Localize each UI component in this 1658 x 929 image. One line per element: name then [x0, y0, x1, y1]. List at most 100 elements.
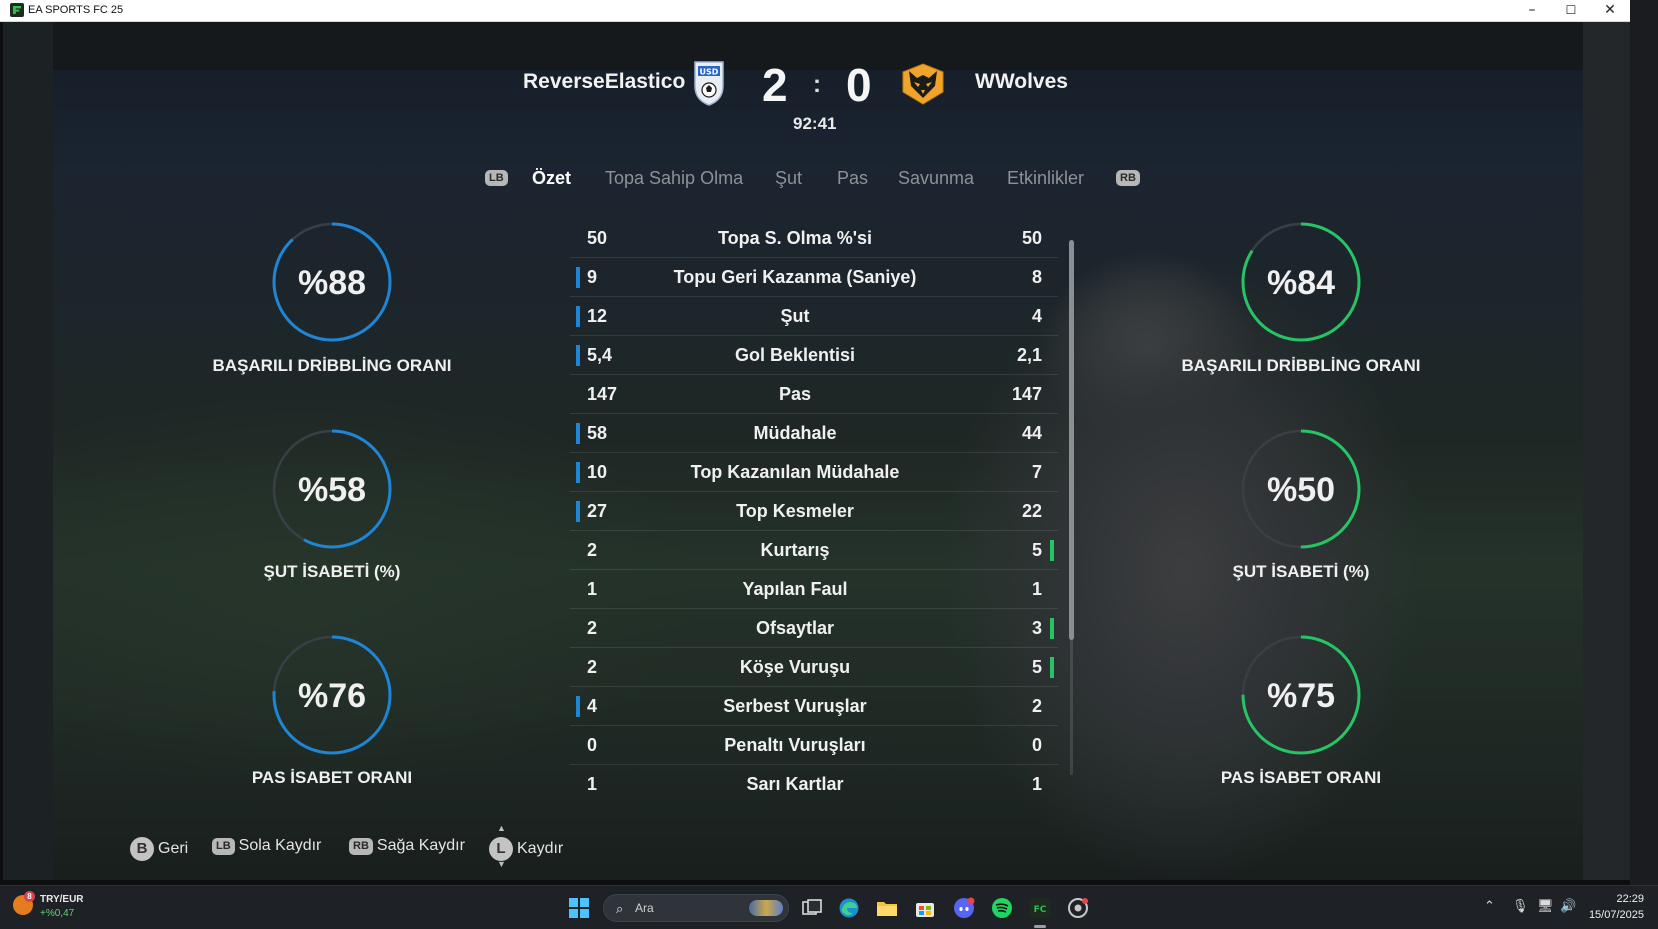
spotify-icon[interactable]: [991, 897, 1013, 919]
stat-row: 12 Şut 4: [570, 297, 1058, 336]
network-icon[interactable]: 🖥: [1537, 899, 1554, 914]
home-stat-value: 2: [587, 618, 598, 638]
minimize-button[interactable]: –: [1512, 0, 1552, 22]
scroll-label: Kaydır: [517, 840, 564, 857]
home-stat-value: 2: [587, 540, 598, 560]
scroll-left-button[interactable]: LB Sola Kaydır: [212, 837, 321, 855]
stats-tab-bar: LB Özet Topa Sahip Olma Şut Pas Savunma …: [3, 168, 1630, 198]
ring-label: BAŞARILI DRİBBLİNG ORANI: [212, 356, 452, 375]
stat-label: Şut: [780, 306, 810, 326]
left-stick-icon: L: [489, 837, 513, 861]
home-leader-bar: [576, 696, 580, 717]
svg-text:FC: FC: [1034, 905, 1047, 915]
discord-icon[interactable]: [953, 897, 975, 919]
task-view-icon[interactable]: [801, 897, 823, 919]
stat-label: Ofsaytlar: [755, 618, 835, 638]
taskbar-search-box[interactable]: ⌕ Ara: [603, 894, 789, 922]
svg-text:USD: USD: [700, 68, 719, 77]
back-button[interactable]: B Geri: [130, 837, 188, 861]
scroll-right-button[interactable]: RB Sağa Kaydır: [349, 837, 465, 855]
rb-button-icon[interactable]: RB: [1116, 170, 1140, 186]
stat-label: Topa S. Olma %'si: [718, 228, 872, 248]
volume-icon[interactable]: 🔊: [1560, 899, 1576, 914]
b-button-icon: B: [130, 837, 154, 861]
edge-browser-icon[interactable]: [838, 897, 860, 919]
microsoft-store-icon[interactable]: [914, 897, 936, 919]
away-leader-bar: [1050, 540, 1054, 561]
home-stat-value: 27: [587, 501, 608, 521]
home-stat-value: 10: [587, 462, 608, 482]
screen-left-edge: [3, 22, 53, 880]
away-stat-value: 7: [1031, 462, 1042, 482]
stat-row: 4 Serbest Vuruşlar 2: [570, 687, 1058, 726]
ring-label: PAS İSABET ORANI: [251, 768, 413, 787]
file-explorer-icon[interactable]: [876, 897, 898, 919]
close-button[interactable]: ✕: [1590, 0, 1630, 22]
back-label: Geri: [158, 840, 189, 857]
home-stat-value: 58: [587, 423, 608, 443]
lb-button-icon: LB: [212, 837, 235, 855]
home-stat-value: 12: [587, 306, 608, 326]
stat-row: 1 Yapılan Faul 1: [570, 570, 1058, 609]
tab-ozet[interactable]: Özet: [532, 168, 571, 189]
away-stat-value: 22: [1021, 501, 1042, 521]
background-window-strip: [1630, 0, 1658, 885]
stats-scrollbar-thumb[interactable]: [1069, 240, 1074, 640]
stat-label: Pas: [778, 384, 812, 404]
away-stat-value: 2: [1031, 696, 1042, 716]
ring-value: %84: [1266, 264, 1336, 302]
stat-label: Yapılan Faul: [742, 579, 848, 599]
away-stat-value: 147: [1011, 384, 1042, 404]
tab-topa-sahip-olma[interactable]: Topa Sahip Olma: [605, 168, 743, 189]
stats-table: 50 Topa S. Olma %'si 50 9 Topu Geri Kazanma…: [570, 219, 1058, 804]
away-team-name: WWolves: [975, 70, 1068, 93]
windows-taskbar: 8 TRY/EUR +%0,47 ⌕ Ara FC ⌃ 🎙 🖥 🔊 22:29 …: [0, 885, 1658, 929]
stat-label: Köşe Vuruşu: [739, 657, 851, 677]
tab-etkinlikler[interactable]: Etkinlikler: [1007, 168, 1084, 189]
currency-pair[interactable]: TRY/EUR: [40, 894, 84, 905]
away-stat-value: 2,1: [1016, 345, 1042, 365]
home-stat-value: 1: [587, 774, 598, 794]
tab-sut[interactable]: Şut: [775, 168, 802, 189]
scroll-stick-hint[interactable]: ▲ L Kaydır ▼: [489, 823, 564, 869]
notification-badge: 8: [24, 891, 35, 902]
search-icon: ⌕: [616, 901, 624, 916]
show-hidden-icons-icon[interactable]: ⌃: [1484, 899, 1495, 914]
stat-label: Müdahale: [753, 423, 837, 443]
stat-row: 2 Ofsaytlar 3: [570, 609, 1058, 648]
home-team-name: ReverseElastico: [523, 70, 686, 93]
home-stat-value: 0: [587, 735, 598, 755]
stat-row: 9 Topu Geri Kazanma (Saniye) 8: [570, 258, 1058, 297]
microphone-icon[interactable]: 🎙: [1512, 899, 1529, 914]
stick-down-arrow-icon: ▼: [497, 859, 506, 869]
home-stat-value: 5,4: [587, 345, 613, 365]
maximize-button[interactable]: ☐: [1551, 0, 1591, 22]
away-stat-value: 5: [1031, 657, 1042, 677]
ring-label: PAS İSABET ORANI: [1220, 768, 1382, 787]
stat-row: 10 Top Kazanılan Müdahale 7: [570, 453, 1058, 492]
away-stat-value: 5: [1031, 540, 1042, 560]
tab-savunma[interactable]: Savunma: [898, 168, 974, 189]
clock-date[interactable]: 15/07/2025: [1584, 909, 1644, 921]
stat-label: Topu Geri Kazanma (Saniye): [673, 267, 917, 287]
windows-start-icon[interactable]: [568, 897, 590, 919]
ea-fc-taskbar-icon[interactable]: FC: [1029, 897, 1051, 919]
away-leader-bar: [1050, 618, 1054, 639]
ring-value: %88: [297, 264, 367, 302]
stat-label: Kurtarış: [760, 540, 830, 560]
scroll-left-label: Sola Kaydır: [238, 837, 322, 854]
home-leader-bar: [576, 306, 580, 327]
chrome-canary-icon[interactable]: [1067, 897, 1089, 919]
home-leader-bar: [576, 423, 580, 444]
score-separator: :: [813, 71, 821, 98]
window-titlebar: EA SPORTS FC 25 – ☐ ✕: [0, 0, 1630, 22]
ring-value: %75: [1266, 677, 1336, 715]
away-score: 0: [846, 59, 872, 111]
home-stat-value: 147: [587, 384, 618, 404]
lb-button-icon[interactable]: LB: [485, 170, 508, 186]
stat-row: 1 Sarı Kartlar 1: [570, 765, 1058, 804]
tab-pas[interactable]: Pas: [837, 168, 868, 189]
away-stat-value: 50: [1021, 228, 1042, 248]
stat-label: Penaltı Vuruşları: [724, 735, 866, 755]
clock-time[interactable]: 22:29: [1590, 893, 1644, 905]
